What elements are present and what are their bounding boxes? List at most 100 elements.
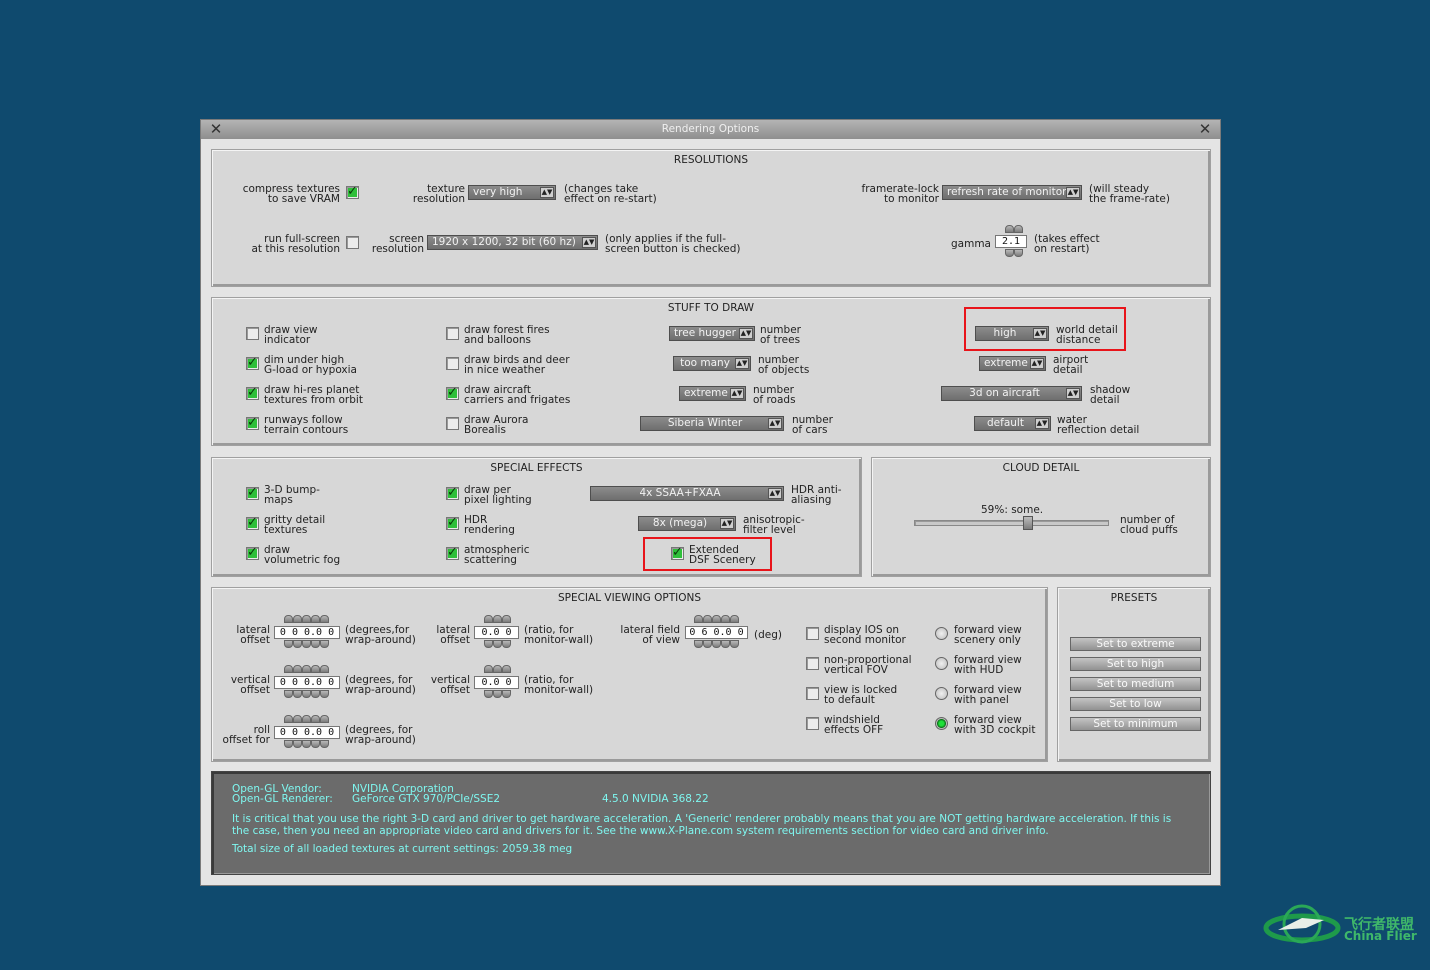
bump-maps-label: 3-D bump-maps — [264, 484, 320, 506]
lateral-ratio-down-arrows[interactable] — [484, 640, 511, 648]
pixel-lighting-checkbox[interactable] — [446, 485, 459, 500]
forward-panel-radio[interactable] — [935, 687, 948, 700]
vertical-offset-label: vertical offset — [230, 674, 270, 696]
non-proportional-label: non-proportional vertical FOV — [824, 654, 912, 676]
aurora-checkbox[interactable] — [446, 417, 459, 430]
presets-panel: PRESETS Set to extreme Set to high Set t… — [1057, 587, 1211, 762]
forward-hud-label: forward view with HUD — [954, 654, 1022, 676]
watermark-en: China Flier — [1344, 929, 1417, 943]
vertical-offset-down-arrows[interactable] — [284, 690, 329, 698]
aircraft-carriers-checkbox[interactable] — [446, 385, 459, 400]
cloud-slider-thumb[interactable] — [1023, 516, 1034, 530]
gamma-field[interactable]: 2.1 — [995, 235, 1027, 248]
forward-scenery-radio[interactable] — [935, 627, 948, 640]
roads-dropdown[interactable]: extreme ▲▼ — [679, 386, 746, 401]
runways-follow-checkbox[interactable] — [246, 415, 259, 430]
set-minimum-button[interactable]: Set to minimum — [1070, 717, 1201, 731]
forward-hud-radio[interactable] — [935, 657, 948, 670]
gamma-note: (takes effect on restart) — [1034, 233, 1100, 255]
non-proportional-checkbox[interactable] — [806, 657, 819, 670]
fullscreen-checkbox[interactable] — [346, 236, 359, 249]
hi-res-planet-checkbox[interactable] — [246, 385, 259, 400]
close-icon-right[interactable]: ✕ — [1196, 120, 1214, 139]
set-high-button[interactable]: Set to high — [1070, 657, 1201, 671]
extended-dsf-checkbox[interactable] — [671, 545, 684, 560]
objects-dropdown[interactable]: too many ▲▼ — [673, 356, 751, 371]
shadow-detail-dropdown[interactable]: 3d on aircraft ▲▼ — [941, 386, 1082, 401]
texture-note: (changes take effect on re-start) — [564, 183, 657, 205]
lateral-ratio-up-arrows[interactable] — [484, 615, 511, 623]
fov-up-arrows[interactable] — [694, 615, 739, 623]
lateral-offset-down-arrows[interactable] — [284, 640, 329, 648]
forward-3d-cockpit-radio[interactable] — [935, 717, 948, 730]
panel-title: CLOUD DETAIL — [1002, 462, 1080, 474]
draw-view-indicator-checkbox[interactable] — [246, 327, 259, 340]
dropdown-arrow-icon: ▲▼ — [768, 488, 782, 499]
cloud-slider-track[interactable] — [914, 520, 1109, 526]
vertical-offset-field[interactable]: 0 0 0.0 0 — [274, 676, 340, 689]
framerate-note: (will steady the frame-rate) — [1089, 183, 1170, 205]
water-reflection-dropdown[interactable]: default ▲▼ — [974, 416, 1051, 431]
aircraft-carriers-label: draw aircraft carriers and frigates — [464, 384, 571, 406]
gamma-down-arrows[interactable] — [1005, 249, 1023, 257]
fov-field[interactable]: 0 6 0.0 0 — [685, 626, 748, 639]
gritty-detail-checkbox[interactable] — [246, 515, 259, 530]
roll-offset-field[interactable]: 0 0 0.0 0 — [274, 726, 340, 739]
dim-g-load-checkbox[interactable] — [246, 355, 259, 370]
lateral-ratio-field[interactable]: 0.0 0 — [474, 626, 519, 639]
set-extreme-button[interactable]: Set to extreme — [1070, 637, 1201, 651]
lateral-offset-note: (degrees,for wrap-around) — [345, 624, 416, 646]
cars-dropdown[interactable]: Siberia Winter ▲▼ — [640, 416, 784, 431]
set-medium-button[interactable]: Set to medium — [1070, 677, 1201, 691]
vertical-ratio-field[interactable]: 0.0 0 — [474, 676, 519, 689]
framerate-lock-label: framerate-lock to monitor — [861, 183, 939, 205]
anisotropic-label: anisotropic-filter level — [743, 514, 805, 536]
volumetric-fog-checkbox[interactable] — [246, 545, 259, 560]
dropdown-arrow-icon: ▲▼ — [739, 328, 753, 339]
airport-detail-dropdown[interactable]: extreme ▲▼ — [979, 356, 1046, 371]
driver-version: 4.5.0 NVIDIA 368.22 — [602, 793, 709, 805]
set-low-button[interactable]: Set to low — [1070, 697, 1201, 711]
airport-detail-label: airport detail — [1053, 354, 1089, 376]
warning-line-2: the case, then you need an appropriate v… — [232, 825, 1049, 837]
hdr-antialiasing-dropdown[interactable]: 4x SSAA+FXAA ▲▼ — [590, 486, 784, 501]
lateral-offset-field[interactable]: 0 0 0.0 0 — [274, 626, 340, 639]
forest-fires-checkbox[interactable] — [446, 327, 459, 340]
vertical-offset-up-arrows[interactable] — [284, 665, 329, 673]
highlight-world-detail — [964, 307, 1126, 351]
lateral-offset-up-arrows[interactable] — [284, 615, 329, 623]
texture-resolution-dropdown[interactable]: very high ▲▼ — [468, 185, 556, 200]
title-bar[interactable]: Rendering Options — [201, 120, 1220, 139]
windshield-effects-checkbox[interactable] — [806, 717, 819, 730]
anisotropic-dropdown[interactable]: 8x (mega) ▲▼ — [638, 516, 736, 531]
trees-dropdown[interactable]: tree hugger ▲▼ — [669, 326, 755, 341]
framerate-lock-dropdown[interactable]: refresh rate of monitor ▲▼ — [942, 185, 1082, 200]
gamma-up-arrows[interactable] — [1005, 225, 1023, 233]
close-icon[interactable]: ✕ — [207, 120, 225, 139]
dropdown-arrow-icon: ▲▼ — [1035, 418, 1049, 429]
fov-label: lateral field of view — [620, 624, 680, 646]
screen-resolution-dropdown[interactable]: 1920 x 1200, 32 bit (60 hz) ▲▼ — [427, 235, 598, 250]
hdr-rendering-checkbox[interactable] — [446, 515, 459, 530]
atmospheric-scattering-checkbox[interactable] — [446, 545, 459, 560]
roll-offset-up-arrows[interactable] — [284, 715, 329, 723]
warning-line-1: It is critical that you use the right 3-… — [232, 813, 1172, 825]
vertical-ratio-up-arrows[interactable] — [484, 665, 511, 673]
opengl-info-panel: Open-GL Vendor: NVIDIA Corporation Open-… — [211, 771, 1211, 875]
draw-view-indicator-label: draw view indicator — [264, 324, 318, 346]
vertical-ratio-label: vertical offset — [430, 674, 470, 696]
vertical-ratio-down-arrows[interactable] — [484, 690, 511, 698]
birds-deer-checkbox[interactable] — [446, 357, 459, 370]
display-ios-checkbox[interactable] — [806, 627, 819, 640]
vertical-ratio-note: (ratio, for monitor-wall) — [524, 674, 594, 696]
compress-textures-checkbox[interactable] — [346, 184, 359, 199]
bump-maps-checkbox[interactable] — [246, 485, 259, 500]
birds-deer-label: draw birds and deer in nice weather — [464, 354, 570, 376]
highlight-extended-dsf — [643, 537, 772, 571]
renderer-value: GeForce GTX 970/PCIe/SSE2 — [352, 793, 501, 805]
roll-offset-down-arrows[interactable] — [284, 740, 329, 748]
windshield-effects-label: windshield effects OFF — [824, 714, 884, 736]
fov-down-arrows[interactable] — [694, 640, 739, 648]
view-locked-checkbox[interactable] — [806, 687, 819, 700]
china-flier-logo-icon — [1263, 904, 1341, 944]
